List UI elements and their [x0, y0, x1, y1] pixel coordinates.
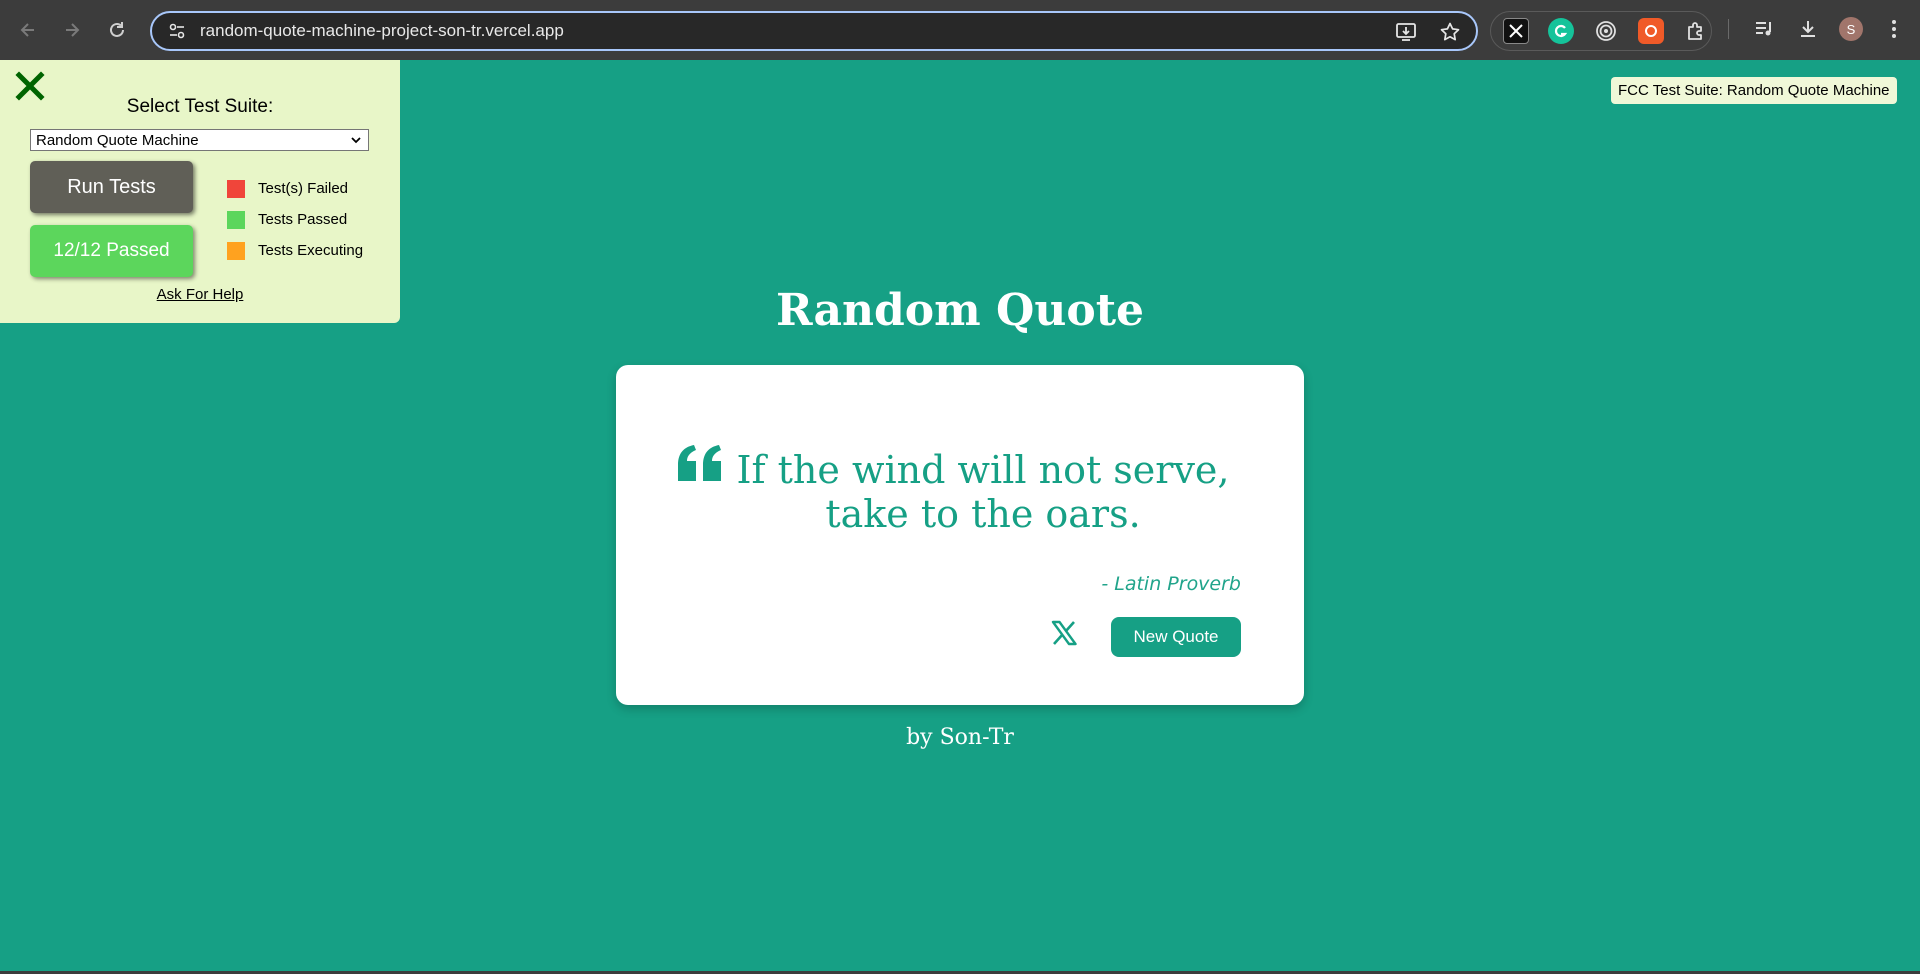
menu-kebab-icon[interactable] [1881, 15, 1907, 43]
legend-item-passed: Tests Passed [227, 204, 363, 235]
fcc-test-panel: Select Test Suite: Random Quote Machine … [0, 60, 400, 323]
legend-label: Tests Passed [258, 211, 348, 228]
target-extension-icon[interactable] [1593, 18, 1619, 44]
run-tests-button[interactable]: Run Tests [30, 161, 193, 213]
failed-swatch [227, 179, 245, 198]
legend-item-failed: Test(s) Failed [227, 173, 363, 204]
reload-icon[interactable] [102, 15, 132, 45]
test-suite-selected-value: Random Quote Machine [36, 131, 199, 149]
quote-text: If the wind will not serve, take to the … [736, 448, 1230, 536]
quote-line: If the wind will not serve, [736, 448, 1230, 492]
back-icon[interactable] [13, 15, 43, 45]
legend-label: Test(s) Failed [258, 180, 349, 197]
chevron-down-icon [349, 133, 363, 147]
select-suite-label: Select Test Suite: [126, 96, 274, 117]
test-suite-select[interactable]: Random Quote Machine [30, 129, 369, 151]
toolbar-separator [1728, 19, 1729, 39]
url-text: random-quote-machine-project-son-tr.verc… [200, 21, 564, 40]
record-extension-icon[interactable] [1638, 18, 1664, 44]
grammarly-icon[interactable] [1548, 18, 1574, 44]
media-controls-icon[interactable] [1751, 15, 1777, 43]
legend-item-executing: Tests Executing [227, 235, 363, 266]
tweet-quote-x-icon[interactable] [1048, 617, 1080, 649]
test-legend: Test(s) Failed Tests Passed Tests Execut… [227, 173, 363, 266]
profile-avatar[interactable]: S [1839, 17, 1863, 41]
site-info-icon[interactable] [166, 20, 188, 42]
browser-toolbar: random-quote-machine-project-son-tr.verc… [0, 0, 1920, 60]
forward-icon[interactable] [57, 15, 87, 45]
passed-swatch [227, 210, 245, 229]
author-byline: by Son-Tr [906, 725, 1014, 750]
install-app-icon[interactable] [1394, 20, 1418, 44]
page-title: Random Quote [775, 285, 1145, 336]
quote-author: - Latin Proverb [1101, 573, 1241, 595]
downloads-icon[interactable] [1795, 15, 1821, 43]
executing-swatch [227, 241, 245, 260]
extensions-group [1490, 11, 1712, 51]
quote-box: If the wind will not serve, take to the … [616, 365, 1304, 705]
fcc-test-suite-tag[interactable]: FCC Test Suite: Random Quote Machine [1611, 77, 1897, 104]
extension-x-icon[interactable] [1503, 18, 1529, 44]
tests-passed-button[interactable]: 12/12 Passed [30, 225, 193, 277]
quote-left-icon [676, 445, 724, 485]
quote-line: take to the oars. [825, 492, 1141, 536]
bookmark-star-icon[interactable] [1438, 20, 1462, 44]
address-bar[interactable]: random-quote-machine-project-son-tr.verc… [150, 11, 1478, 51]
extensions-puzzle-icon[interactable] [1683, 18, 1709, 44]
new-quote-button[interactable]: New Quote [1111, 617, 1241, 657]
legend-label: Tests Executing [258, 242, 364, 259]
